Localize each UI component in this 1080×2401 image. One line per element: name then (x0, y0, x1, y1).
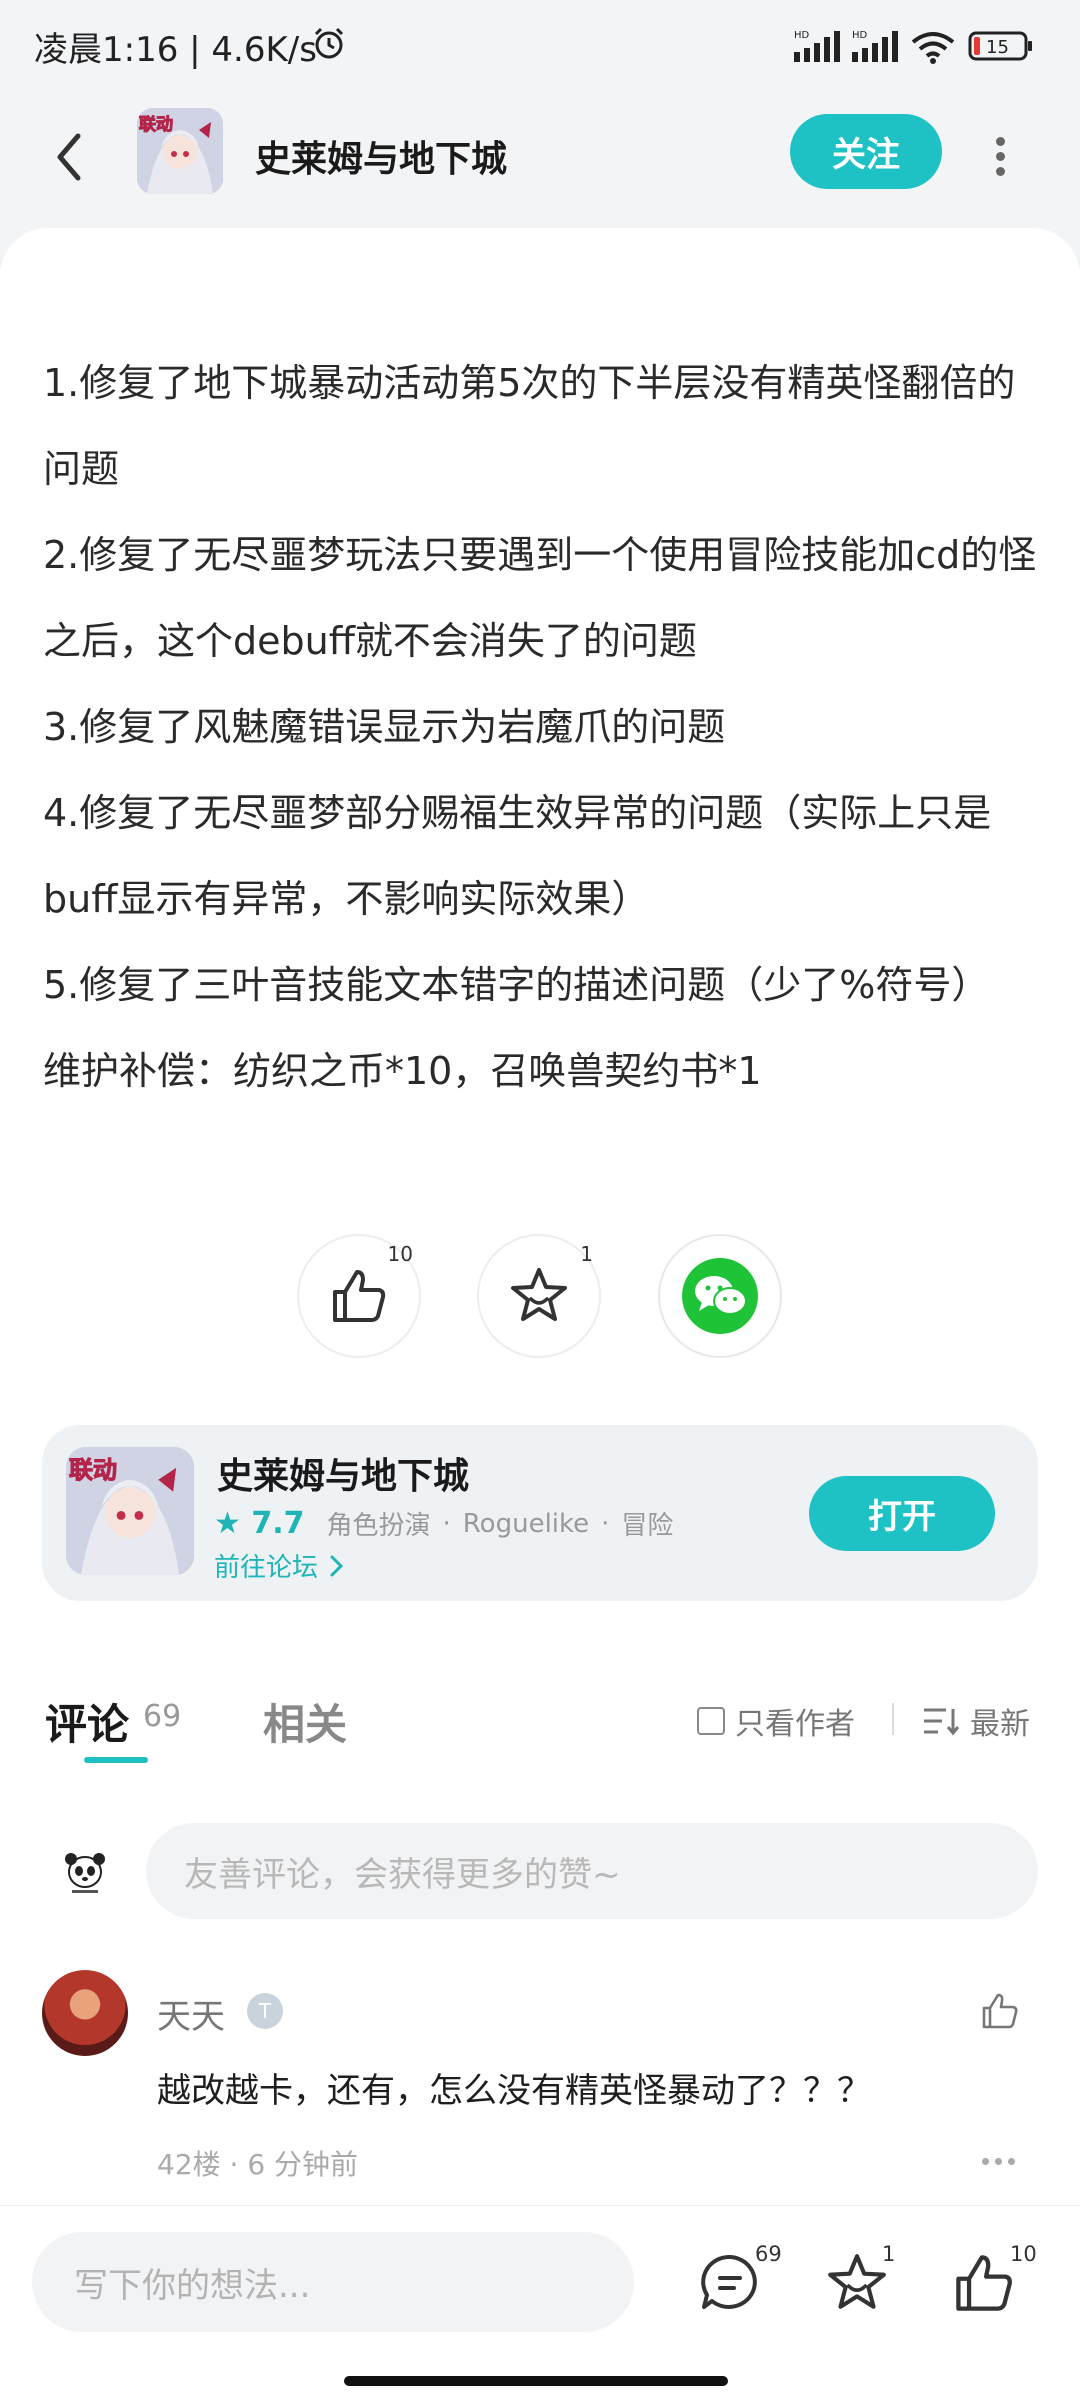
status-bar: 凌晨1:16 | 4.6K/s HD HD 15 (0, 0, 1080, 90)
game-card-meta: ★ 7.7 角色扮演 · Roguelike · 冒险 (214, 1506, 674, 1541)
divider (892, 1703, 894, 1735)
top-header: 联动 史莱姆与地下城 关注 (0, 90, 1080, 220)
page-title: 史莱姆与地下城 (255, 139, 508, 180)
checkbox-icon (697, 1707, 725, 1735)
wifi-icon (911, 32, 955, 64)
game-tag: 角色扮演 (326, 1511, 431, 1541)
game-card[interactable]: 联动 史莱姆与地下城 ★ 7.7 角色扮演 · Roguelike · 冒险 前… (42, 1425, 1038, 1601)
active-tab-indicator (84, 1757, 148, 1763)
game-card-title: 史莱姆与地下城 (217, 1456, 470, 1497)
tab-related[interactable]: 相关 (263, 1691, 347, 1752)
my-avatar[interactable] (60, 1848, 110, 1898)
battery-level: 15 (986, 37, 1009, 58)
comment-input[interactable]: 友善评论，会获得更多的赞~ (146, 1823, 1038, 1919)
like-button[interactable]: 10 (297, 1234, 421, 1358)
article-paragraph-6: 维护补偿：纺织之币*10，召唤兽契约书*1 (43, 1049, 762, 1093)
sort-toggle[interactable]: 最新 (922, 1699, 1030, 1743)
favorite-button[interactable]: 1 (477, 1234, 601, 1358)
write-input[interactable]: 写下你的想法... (32, 2232, 634, 2332)
user-level-badge: T (247, 1993, 283, 2029)
game-card-icon: 联动 (66, 1447, 194, 1575)
sort-icon (924, 1708, 960, 1736)
comment-icon[interactable] (698, 2251, 762, 2315)
game-icon-badge: 联动 (139, 115, 174, 136)
only-author-label: 只看作者 (735, 1707, 855, 1742)
wechat-share-button[interactable] (658, 1234, 782, 1358)
comment-more-icon[interactable] (982, 2158, 1021, 2165)
bottom-like-count: 10 (1010, 2242, 1037, 2266)
signal-hd-label-2: HD (852, 30, 868, 41)
like-count: 10 (387, 1242, 413, 1266)
thumbs-up-icon (333, 1270, 386, 1322)
only-author-toggle[interactable]: 只看作者 (697, 1699, 855, 1743)
chevron-right-icon (330, 1555, 344, 1576)
home-indicator[interactable] (344, 2376, 728, 2386)
article-paragraph-2: 2.修复了无尽噩梦玩法只要遇到一个使用冒险技能加cd的怪之后，这个debuff就… (43, 533, 1037, 663)
article-paragraph-1: 1.修复了地下城暴动活动第5次的下半层没有精英怪翻倍的问题 (43, 361, 1016, 491)
game-score: ★ 7.7 (214, 1506, 305, 1541)
game-tag: Roguelike (462, 1508, 590, 1539)
star-icon (511, 1268, 567, 1321)
comment-text: 越改越卡，还有，怎么没有精英怪暴动了？？？ (157, 2071, 871, 2111)
alarm-icon (314, 27, 344, 59)
wechat-icon (695, 1276, 747, 1315)
bottom-star-icon[interactable] (825, 2251, 889, 2315)
article-body: 1.修复了地下城暴动活动第5次的下半层没有精英怪翻倍的问题 2.修复了无尽噩梦玩… (43, 340, 1043, 1114)
signal-icon-2: HD (852, 30, 898, 62)
article-paragraph-5: 5.修复了三叶音技能文本错字的描述问题（少了%符号） (43, 963, 990, 1007)
bottom-bar: 写下你的想法... 69 1 10 (0, 2205, 1080, 2401)
article-paragraph-3: 3.修复了风魅魔错误显示为岩魔爪的问题 (43, 705, 726, 749)
comment-like-icon[interactable] (980, 1991, 1020, 2031)
game-icon[interactable]: 联动 (137, 108, 223, 194)
more-options-icon[interactable] (990, 132, 1010, 180)
signal-hd-label: HD (794, 30, 810, 41)
bottom-thumbs-up-icon[interactable] (952, 2251, 1016, 2315)
forum-link-label: 前往论坛 (214, 1553, 319, 1583)
comment-count: 69 (143, 1699, 182, 1734)
status-time: 凌晨1:16 | 4.6K/s (34, 30, 317, 70)
back-arrow-icon[interactable] (48, 128, 92, 186)
bottom-favorite-count: 1 (882, 2242, 896, 2266)
sort-label: 最新 (970, 1707, 1030, 1742)
game-card-badge: 联动 (69, 1456, 118, 1485)
signal-icon: HD (794, 30, 840, 62)
favorite-count: 1 (580, 1242, 593, 1266)
battery-icon: 15 (968, 31, 1032, 61)
follow-button[interactable]: 关注 (790, 114, 942, 189)
comment-username[interactable]: 天天 (157, 1989, 225, 2038)
article-card: 1.修复了地下城暴动活动第5次的下半层没有精英怪翻倍的问题 2.修复了无尽噩梦玩… (0, 228, 1080, 1653)
article-paragraph-4: 4.修复了无尽噩梦部分赐福生效异常的问题（实际上只是buff显示有异常，不影响实… (43, 791, 992, 921)
forum-link[interactable]: 前往论坛 (214, 1547, 348, 1584)
user-avatar[interactable] (42, 1970, 128, 2056)
comment-meta: 42楼 · 6 分钟前 (157, 2148, 359, 2181)
bottom-comment-count: 69 (755, 2242, 782, 2266)
game-tag: 冒险 (621, 1511, 674, 1541)
tab-comments[interactable]: 评论 (45, 1691, 129, 1752)
open-game-button[interactable]: 打开 (809, 1476, 995, 1551)
comments-section: 评论 69 相关 只看作者 最新 友善评论，会获得更多的赞~ 天天 T 越改越卡… (0, 1653, 1080, 2205)
